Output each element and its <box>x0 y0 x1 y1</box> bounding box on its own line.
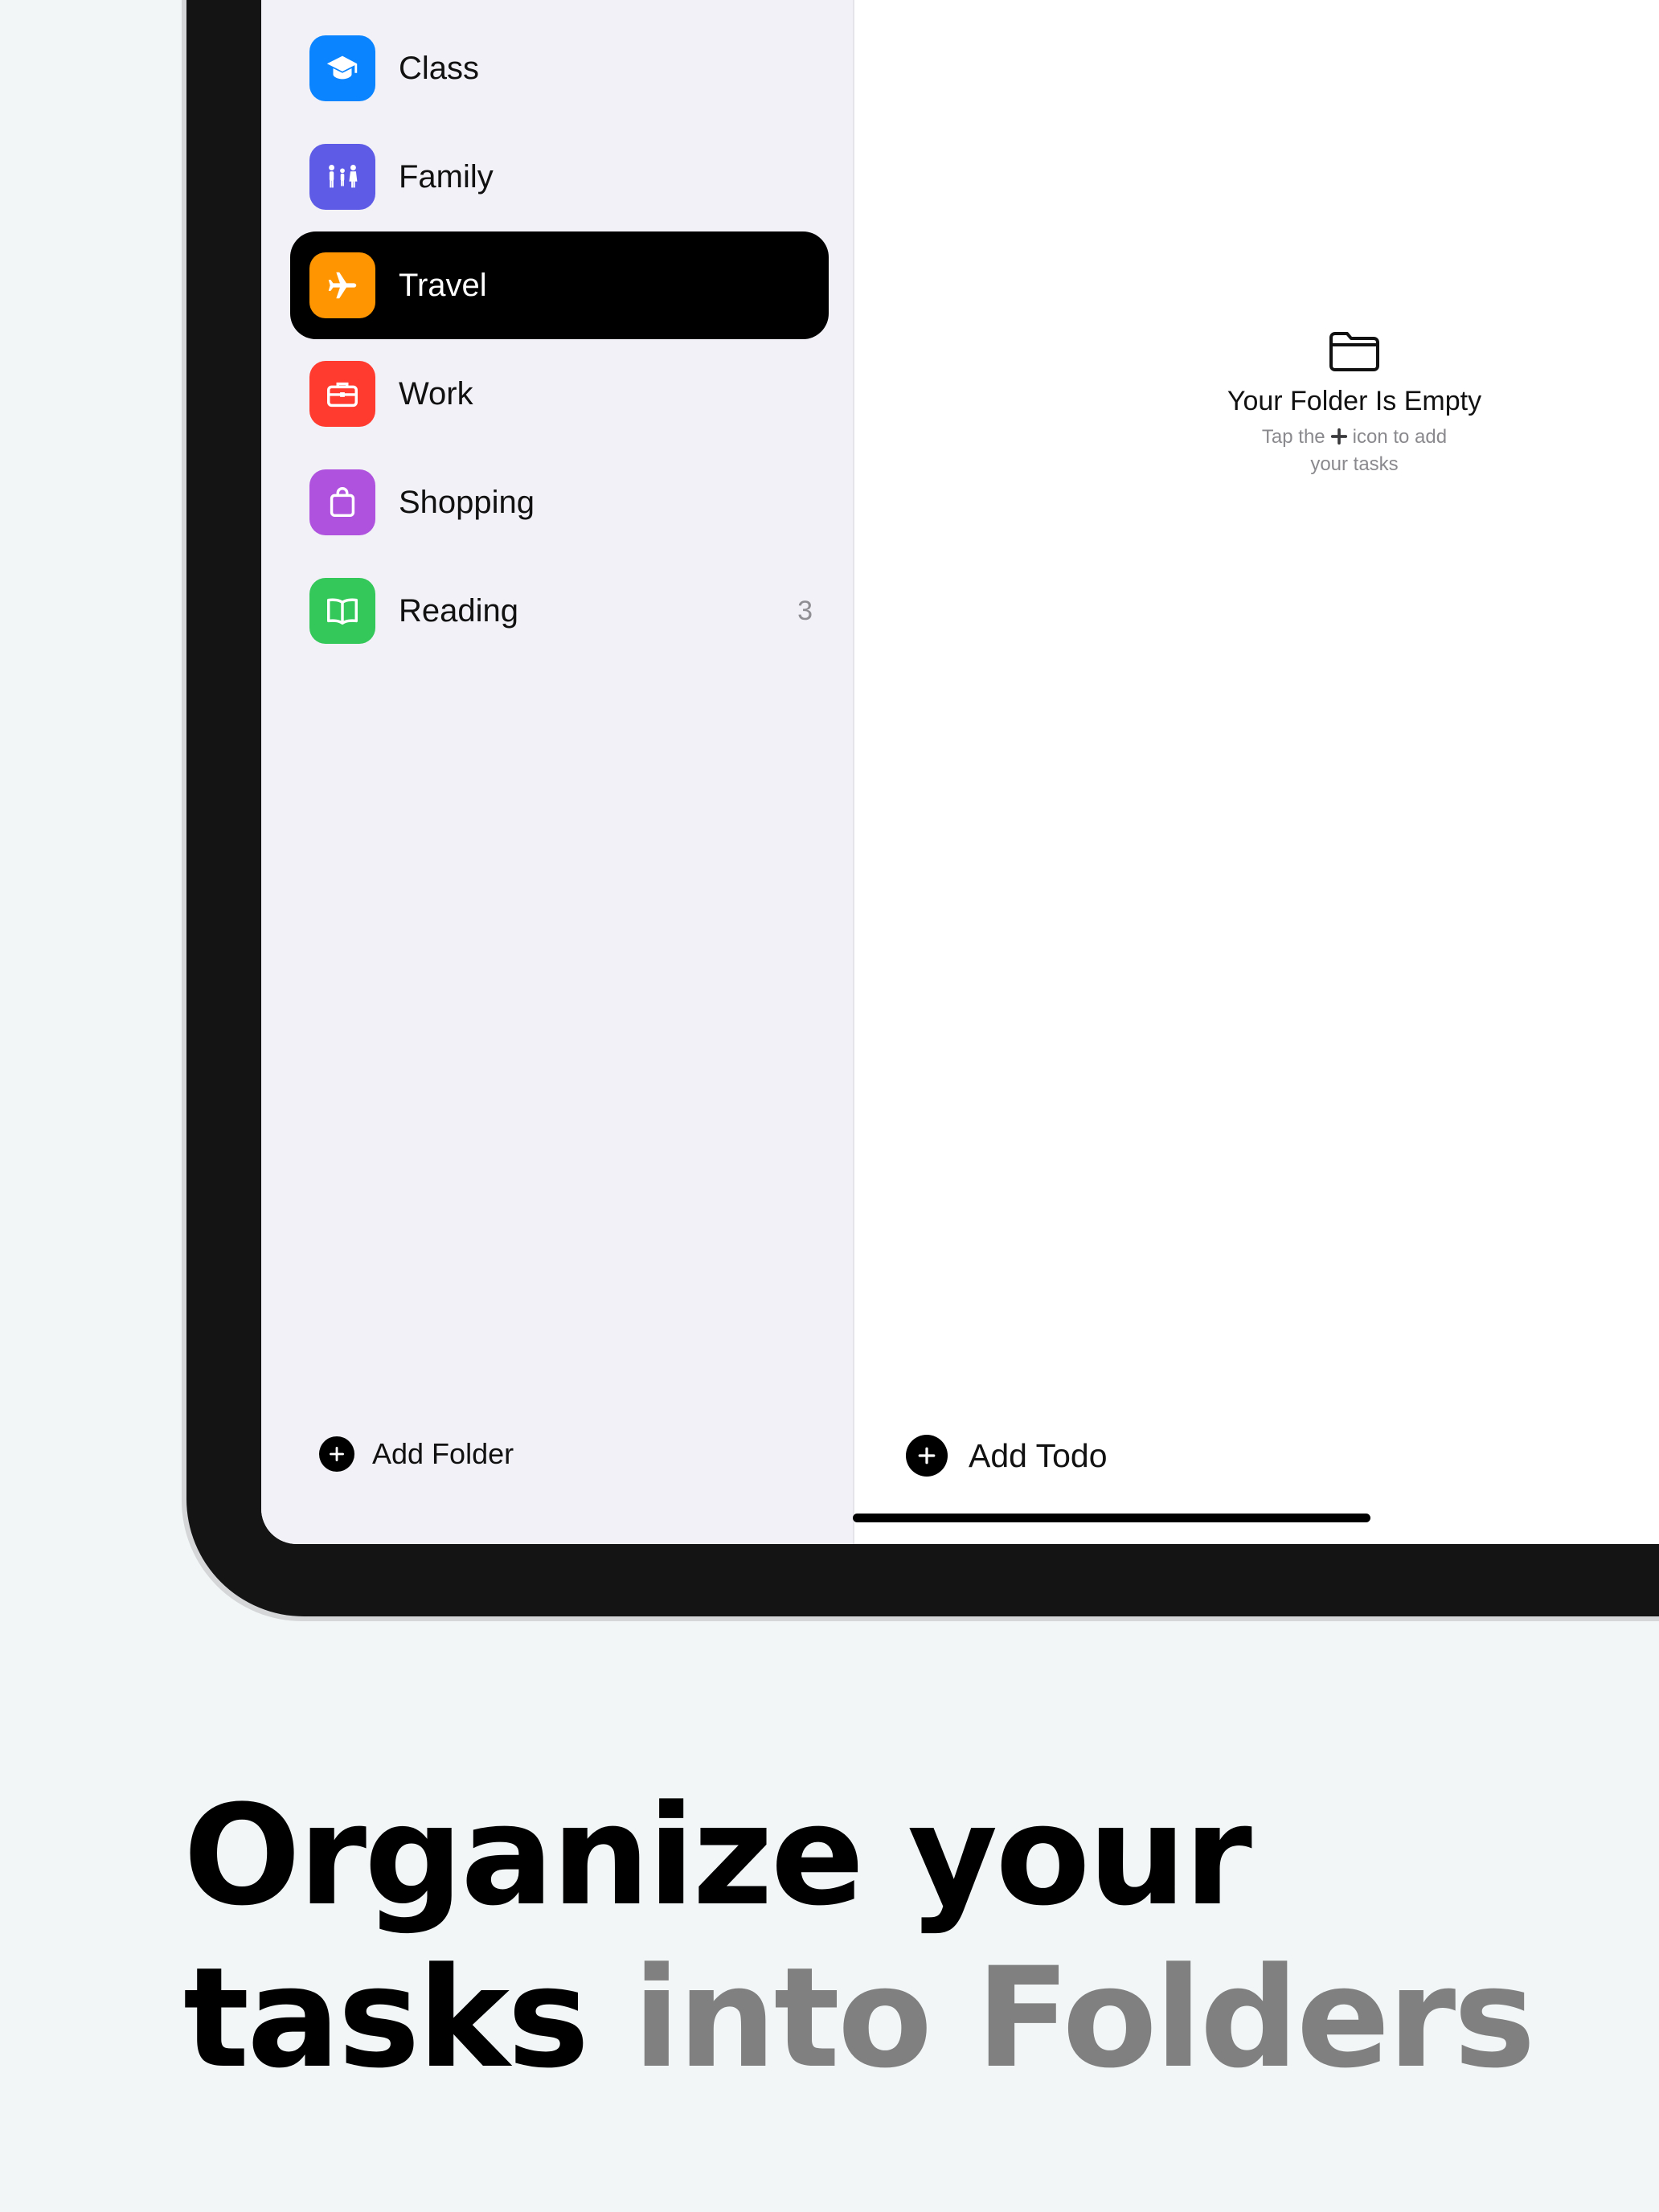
add-folder-button[interactable]: Add Folder <box>319 1436 514 1472</box>
headline-line-1: Organize your <box>183 1775 1252 1936</box>
folder-item-travel[interactable]: Travel <box>290 231 829 339</box>
shopping-bag-icon <box>309 469 375 535</box>
empty-sub-after: icon to add <box>1352 426 1448 448</box>
marketing-headline: Organize your tasks into Folders <box>183 1775 1630 2099</box>
empty-sub-before: Tap the <box>1261 426 1325 448</box>
empty-sub-line2: your tasks <box>1310 453 1399 475</box>
plus-icon <box>1330 428 1347 445</box>
headline-muted: into Folders <box>633 1937 1535 2099</box>
folder-label: Work <box>399 376 473 412</box>
folder-item-reading[interactable]: Reading 3 <box>290 557 829 665</box>
graduation-cap-icon <box>309 35 375 101</box>
folder-item-work[interactable]: Work <box>290 340 829 448</box>
add-folder-label: Add Folder <box>372 1437 514 1470</box>
ipad-screen: Class Family Travel Work Shopping Readin… <box>261 0 1659 1544</box>
headline-dark: tasks <box>183 1937 589 2099</box>
home-indicator <box>853 1514 1370 1522</box>
empty-folder-state: Your Folder Is Empty Tap the icon to add … <box>1186 330 1523 478</box>
folder-item-class[interactable]: Class <box>290 14 829 122</box>
book-icon <box>309 578 375 644</box>
folder-count: 3 <box>797 596 813 626</box>
folder-label: Class <box>399 51 480 86</box>
add-todo-button[interactable]: Add Todo <box>906 1435 1108 1477</box>
headline-line-2: tasks into Folders <box>183 1937 1630 2099</box>
marketing-screenshot: Class Family Travel Work Shopping Readin… <box>0 0 1659 2212</box>
folder-icon <box>1329 332 1379 371</box>
folder-label: Shopping <box>399 485 535 520</box>
briefcase-icon <box>309 361 375 427</box>
folder-label: Reading <box>399 593 519 629</box>
plus-circle-icon <box>319 1436 354 1472</box>
airplane-icon <box>309 252 375 318</box>
folder-item-shopping[interactable]: Shopping <box>290 449 829 556</box>
folder-label: Travel <box>399 268 487 303</box>
folder-item-family[interactable]: Family <box>290 123 829 231</box>
empty-title: Your Folder Is Empty <box>1227 386 1482 416</box>
empty-subtitle: Tap the icon to add your tasks <box>1186 424 1523 478</box>
plus-circle-icon <box>906 1435 948 1477</box>
family-icon <box>309 144 375 210</box>
folders-sidebar: Class Family Travel Work Shopping Readin… <box>261 0 854 1544</box>
folder-label: Family <box>399 159 494 195</box>
add-todo-label: Add Todo <box>969 1436 1108 1474</box>
